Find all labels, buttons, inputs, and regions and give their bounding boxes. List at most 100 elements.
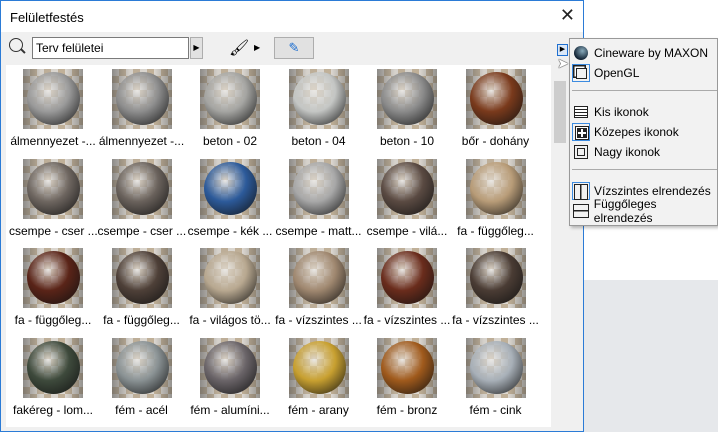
material-item[interactable]: beton - 10	[363, 65, 451, 148]
material-thumbnail	[200, 69, 260, 129]
menu-item-opengl-cube[interactable]: OpenGL	[572, 63, 717, 83]
material-thumbnail	[23, 248, 83, 308]
material-label: beton - 10	[379, 134, 435, 148]
material-item[interactable]: fakéreg - lom...	[9, 334, 97, 417]
material-item[interactable]: fa - függőleg...	[98, 244, 186, 327]
material-thumbnail	[111, 248, 172, 308]
material-label: álmennyezet -...	[98, 134, 185, 148]
material-item[interactable]: fém - arany	[275, 334, 363, 417]
scrollbar-thumb[interactable]	[554, 81, 566, 143]
material-item[interactable]: fa - függőleg...	[452, 155, 540, 238]
cineware-icon	[572, 44, 590, 62]
material-item[interactable]: fa - vízszintes ...	[452, 244, 540, 327]
material-item[interactable]: fém - cink	[452, 334, 540, 417]
search-input[interactable]: Terv felületei	[32, 37, 189, 59]
paintbrush-icon[interactable]: 🖌	[229, 38, 249, 58]
material-item[interactable]: fa - vízszintes ...	[275, 244, 363, 327]
material-thumbnail	[288, 248, 349, 308]
menu-item-label: Közepes ikonok	[594, 125, 679, 139]
material-thumbnail	[23, 69, 83, 129]
eyedropper-button[interactable]: ✎	[274, 37, 314, 59]
background-window	[583, 280, 718, 432]
material-label: fém - arany	[288, 402, 349, 417]
material-sphere	[381, 161, 434, 215]
brush-dropdown-arrow[interactable]: ▶	[254, 43, 260, 52]
opengl-cube-icon	[572, 64, 590, 82]
material-sphere	[115, 72, 169, 125]
menu-separator	[572, 169, 717, 170]
material-sphere	[469, 251, 523, 304]
options-menu: Cineware by MAXON OpenGL Kis ikonok Közepes…	[569, 38, 718, 226]
menu-item-label: OpenGL	[594, 66, 640, 80]
material-label: fa - vízszintes ...	[452, 313, 539, 327]
menu-item-cineware[interactable]: Cineware by MAXON	[572, 43, 717, 63]
material-label: álmennyezet -...	[10, 134, 96, 148]
search-dropdown-button[interactable]: ▶	[190, 37, 203, 59]
material-thumbnail	[377, 248, 437, 308]
search-icon	[9, 38, 23, 52]
material-item[interactable]: beton - 04	[275, 65, 363, 148]
material-thumbnail	[23, 337, 83, 398]
material-sphere	[27, 161, 80, 215]
menu-item-label: Vízszintes elrendezés	[594, 184, 711, 198]
material-label: fa - világos tö...	[189, 313, 271, 327]
material-thumbnail	[111, 69, 172, 129]
material-item[interactable]: fém - alumíni...	[186, 334, 274, 417]
scrollbar[interactable]	[552, 65, 567, 427]
material-label: csempe - matt...	[275, 223, 362, 238]
material-label: fa - függőleg...	[103, 313, 180, 327]
material-item[interactable]: csempe - kék ...	[186, 155, 274, 238]
material-item[interactable]: fa - világos tö...	[186, 244, 274, 327]
material-item[interactable]: fém - acél	[98, 334, 186, 417]
material-sphere	[469, 72, 523, 125]
menu-item-large[interactable]: Nagy ikonok	[572, 142, 717, 162]
material-item[interactable]: álmennyezet -...	[9, 65, 97, 148]
material-label: csempe - cser ...	[97, 223, 187, 238]
large-icon	[572, 143, 590, 161]
close-icon[interactable]: ✕	[560, 5, 575, 26]
menu-item-vertical-layout[interactable]: Függőleges elrendezés	[572, 197, 717, 225]
material-thumbnail	[465, 337, 526, 398]
material-label: fa - függőleg...	[457, 223, 534, 238]
material-label: fa - függőleg...	[14, 313, 92, 327]
material-sphere	[381, 340, 434, 394]
material-item[interactable]: fa - függőleg...	[9, 244, 97, 327]
material-label: csempe - kék ...	[187, 223, 273, 238]
material-thumbnail	[200, 248, 260, 308]
material-sphere	[381, 251, 434, 304]
material-sphere	[381, 72, 434, 125]
material-item[interactable]: csempe - vilá...	[363, 155, 451, 238]
material-item[interactable]: csempe - cser ...	[98, 155, 186, 238]
material-sphere	[204, 72, 257, 125]
medium-grid-icon	[572, 123, 590, 141]
material-label: fa - vízszintes ...	[275, 313, 362, 327]
menu-item-label: Nagy ikonok	[594, 145, 661, 159]
material-sphere	[115, 340, 169, 394]
material-item[interactable]: csempe - matt...	[275, 155, 363, 238]
material-item[interactable]: fa - vízszintes ...	[363, 244, 451, 327]
material-sphere	[204, 161, 257, 215]
menu-item-medium-grid[interactable]: Közepes ikonok	[572, 122, 717, 142]
material-item[interactable]: álmennyezet -...	[98, 65, 186, 148]
material-thumbnail	[465, 69, 526, 129]
material-label: fém - alumíni...	[190, 402, 270, 417]
material-thumbnail	[377, 337, 437, 398]
menu-separator	[572, 90, 717, 91]
material-thumbnail	[200, 337, 260, 398]
material-label: fém - cink	[469, 402, 522, 417]
material-thumbnail	[288, 158, 349, 219]
material-item[interactable]: bőr - dohány	[452, 65, 540, 148]
material-item[interactable]: fém - bronz	[363, 334, 451, 417]
material-sphere	[27, 340, 80, 394]
menu-item-list[interactable]: Kis ikonok	[572, 102, 717, 122]
vertical-layout-icon	[572, 202, 590, 220]
material-label: beton - 04	[291, 134, 346, 148]
material-label: fakéreg - lom...	[12, 402, 94, 417]
mouse-cursor-icon: ➤	[557, 55, 569, 71]
horizontal-layout-icon	[572, 182, 590, 200]
menu-item-label: Függőleges elrendezés	[593, 197, 657, 225]
material-item[interactable]: beton - 02	[186, 65, 274, 148]
material-thumbnail	[200, 158, 260, 219]
material-thumbnail	[377, 158, 437, 219]
material-item[interactable]: csempe - cser ...	[9, 155, 98, 238]
